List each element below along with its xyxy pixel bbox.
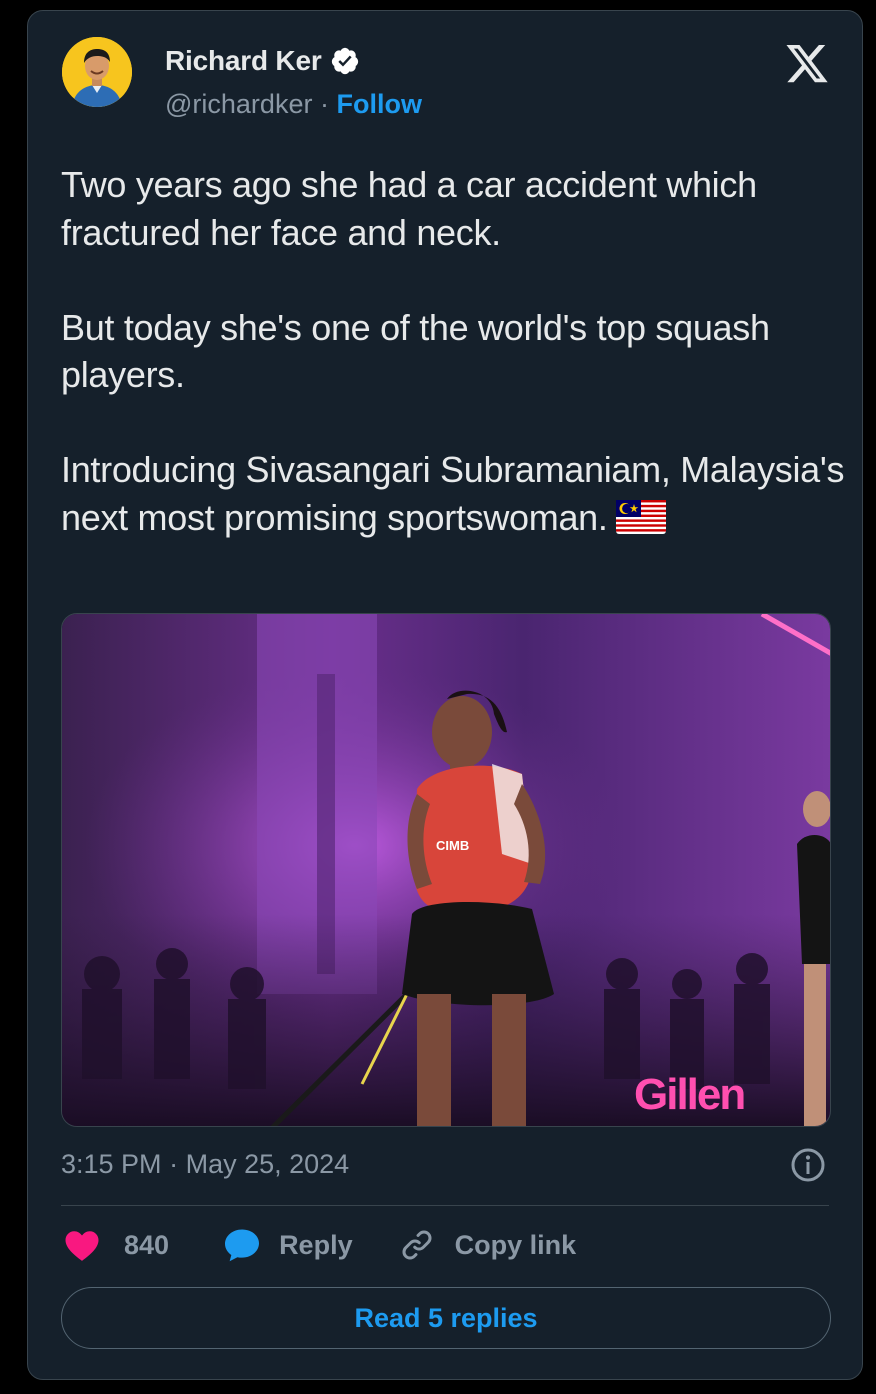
tweet-paragraph-3-text: Introducing Sivasangari Subramaniam, Mal… — [61, 449, 845, 538]
tweet-card: Richard Ker @richardker · Follow Two yea… — [27, 10, 863, 1380]
follow-button[interactable]: Follow — [336, 89, 421, 119]
author-name-row[interactable]: Richard Ker — [165, 45, 360, 77]
link-icon — [402, 1230, 432, 1260]
author-name[interactable]: Richard Ker — [165, 45, 322, 77]
tweet-paragraph-1: Two years ago she had a car accident whi… — [61, 164, 757, 253]
like-count: 840 — [124, 1229, 170, 1260]
tweet-time: 3:15 PM — [61, 1149, 162, 1179]
malaysia-flag-icon — [615, 499, 666, 534]
jersey-sponsor-text: CIMB — [436, 838, 469, 853]
copy-link-button[interactable]: Copy link — [399, 1227, 577, 1263]
heart-icon — [65, 1231, 99, 1261]
read-replies-button[interactable]: Read 5 replies — [61, 1287, 831, 1349]
squash-player-photo: CIMB Gillen — [62, 614, 830, 1126]
divider — [61, 1205, 829, 1206]
tweet-paragraph-3: Introducing Sivasangari Subramaniam, Mal… — [61, 446, 851, 541]
reply-button[interactable]: Reply — [223, 1228, 353, 1262]
tweet-actions: 840 Reply Copy link — [64, 1227, 576, 1263]
gillen-banner-text: Gillen — [634, 1070, 744, 1119]
tweet-date: May 25, 2024 — [185, 1149, 350, 1179]
copy-link-label: Copy link — [454, 1229, 577, 1260]
author-handle[interactable]: @richardker — [165, 89, 312, 119]
like-button[interactable]: 840 — [64, 1228, 169, 1262]
reply-label: Reply — [279, 1229, 353, 1260]
verified-badge-icon — [331, 47, 358, 75]
author-handle-row: @richardker · Follow — [165, 89, 422, 120]
tweet-timestamp[interactable]: 3:15 PM · May 25, 2024 — [61, 1149, 349, 1180]
x-logo-icon[interactable] — [784, 45, 830, 87]
tweet-paragraph-2: But today she's one of the world's top s… — [61, 306, 770, 396]
tweet-text: Two years ago she had a car accident whi… — [61, 161, 851, 541]
handle-separator: · — [319, 89, 329, 119]
read-replies-label: Read 5 replies — [354, 1302, 538, 1333]
info-icon[interactable] — [790, 1147, 826, 1183]
timestamp-separator: · — [169, 1149, 179, 1179]
author-avatar[interactable] — [62, 37, 132, 107]
tweet-media-image[interactable]: CIMB Gillen — [61, 613, 831, 1127]
reply-bubble-icon — [225, 1229, 260, 1262]
avatar-portrait — [62, 37, 132, 107]
